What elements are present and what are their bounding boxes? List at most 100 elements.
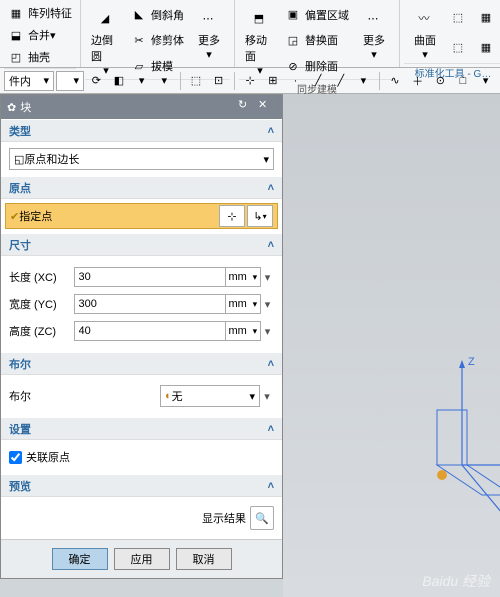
- toolbar: 件内▾ ▾ ⟳ ◧ ▾ ▾ ⬚ ⊡ ⊹ ⊞ · ╱ ╱ ▾ ∿ ＋ ⊙ □ ▾: [0, 68, 500, 94]
- tool-c[interactable]: ▦: [474, 6, 500, 28]
- scope-combo[interactable]: 件内▾: [4, 71, 54, 91]
- dropdown-icon: ▾: [73, 74, 79, 87]
- block-icon: ◱: [14, 153, 24, 166]
- cube-icon: ▦: [476, 7, 496, 27]
- filter-combo[interactable]: ▾: [56, 71, 84, 91]
- tool-icon[interactable]: ⊡: [208, 70, 229, 92]
- dropdown-icon: ▾: [253, 299, 258, 310]
- square-icon[interactable]: □: [453, 70, 474, 92]
- chamfer[interactable]: ◣倒斜角: [127, 4, 186, 26]
- origin-sphere: [437, 470, 447, 480]
- line-icon[interactable]: ╱: [308, 70, 329, 92]
- ribbon-group-surface: 〰曲面▾ ⬚ ⬚ ▦ ▦ 标准化工具 - G…: [400, 0, 500, 67]
- dialog-title: 块: [20, 99, 31, 115]
- gear-icon: ✿: [7, 101, 16, 114]
- point-icon[interactable]: ·: [285, 70, 306, 92]
- dropdown-icon[interactable]: ▾: [475, 70, 496, 92]
- surface-icon: 〰: [410, 4, 438, 32]
- add-icon[interactable]: ＋: [407, 70, 428, 92]
- specify-point-row[interactable]: ✔ 指定点 ⊹ ↳▾: [5, 203, 278, 229]
- circle-icon[interactable]: ⊙: [430, 70, 451, 92]
- bool-dropdown[interactable]: ◐ 无 ▾: [160, 385, 260, 407]
- tool-icon[interactable]: ⟳: [86, 70, 107, 92]
- unit-dropdown[interactable]: mm▾: [226, 294, 262, 314]
- dropdown-icon: ▾: [253, 326, 258, 337]
- ok-button[interactable]: 确定: [52, 548, 108, 570]
- grid-icon: ▦: [6, 3, 26, 23]
- shell-icon: ◰: [6, 47, 26, 67]
- dropdown-icon[interactable]: ▾: [353, 70, 374, 92]
- length-input[interactable]: [74, 267, 226, 287]
- assoc-origin-checkbox[interactable]: [9, 451, 22, 464]
- section-preview[interactable]: 预览˄: [1, 474, 282, 496]
- more-sync[interactable]: ⋯更多▾: [353, 2, 395, 79]
- tool-icon[interactable]: ⊹: [240, 70, 261, 92]
- crosshair-icon: ⊹: [227, 210, 236, 223]
- section-settings[interactable]: 设置˄: [1, 417, 282, 439]
- separator: [379, 72, 380, 90]
- unite-icon: ⬓: [6, 25, 26, 45]
- tool-icon[interactable]: ◧: [109, 70, 130, 92]
- length-label: 长度 (XC): [9, 269, 74, 285]
- none-icon: ◐: [165, 390, 172, 402]
- type-dropdown[interactable]: ◱ 原点和边长 ▾: [9, 148, 274, 170]
- unit-dropdown[interactable]: mm▾: [226, 267, 262, 287]
- edge-blend[interactable]: ◢边倒圆▾: [85, 2, 127, 79]
- apply-button[interactable]: 应用: [114, 548, 170, 570]
- tool-a[interactable]: ⬚: [446, 6, 472, 28]
- point-constructor-button[interactable]: ⊹: [219, 205, 245, 227]
- dialog-titlebar[interactable]: ✿ 块 ↻ ✕: [1, 95, 282, 119]
- watermark: Baidu 经验: [422, 571, 490, 591]
- tool-d[interactable]: ▦: [474, 37, 500, 59]
- close-icon[interactable]: ✕: [258, 98, 276, 116]
- section-size[interactable]: 尺寸˄: [1, 233, 282, 255]
- ribbon: ▦阵列特征 ⬓合并 ▾ ◰抽壳 特征 ◢边倒圆▾ ◣倒斜角 ✂修剪体 ▱拔模 ⋯…: [0, 0, 500, 68]
- curve-icon[interactable]: ∿: [385, 70, 406, 92]
- section-type[interactable]: 类型˄: [1, 119, 282, 141]
- tool-icon[interactable]: ⬚: [186, 70, 207, 92]
- magnifier-icon: 🔍: [255, 512, 269, 525]
- dropdown-icon: ▾: [371, 48, 377, 61]
- trim-body[interactable]: ✂修剪体: [127, 29, 186, 51]
- dropdown-icon: ▾: [263, 212, 267, 221]
- move-icon: ⬒: [245, 4, 273, 32]
- height-input[interactable]: [74, 321, 226, 341]
- cube-icon: ⬚: [448, 38, 468, 58]
- tool-icon[interactable]: ⊞: [262, 70, 283, 92]
- chevron-down-icon[interactable]: ▾: [261, 294, 274, 314]
- more-edge[interactable]: ⋯更多▾: [188, 2, 230, 79]
- chevron-down-icon[interactable]: ▾: [261, 267, 274, 287]
- chevron-down-icon[interactable]: ▾: [260, 386, 274, 406]
- offset-region[interactable]: ▣偏置区域: [281, 4, 351, 26]
- tool-icon[interactable]: ▾: [154, 70, 175, 92]
- chevron-down-icon[interactable]: ▾: [261, 321, 274, 341]
- cancel-button[interactable]: 取消: [176, 548, 232, 570]
- tool-b[interactable]: ⬚: [446, 37, 472, 59]
- viewport-3d[interactable]: Z Y X Baidu 经验: [283, 94, 500, 597]
- surface[interactable]: 〰曲面▾: [404, 2, 446, 63]
- width-input[interactable]: [74, 294, 226, 314]
- line-icon[interactable]: ╱: [330, 70, 351, 92]
- section-bool[interactable]: 布尔˄: [1, 352, 282, 374]
- replace-face[interactable]: ◲替换面: [281, 29, 351, 51]
- assoc-origin-row: 关联原点: [9, 446, 274, 468]
- reset-icon[interactable]: ↻: [238, 98, 256, 116]
- separator: [234, 72, 235, 90]
- shell[interactable]: ◰抽壳: [4, 46, 74, 68]
- ribbon-group-feature: ▦阵列特征 ⬓合并 ▾ ◰抽壳 特征: [0, 0, 81, 67]
- move-face[interactable]: ⬒移动面▾: [239, 2, 281, 79]
- chevron-up-icon: ˄: [268, 125, 274, 137]
- section-origin[interactable]: 原点˄: [1, 176, 282, 198]
- unit-dropdown[interactable]: mm▾: [226, 321, 262, 341]
- pattern-feature[interactable]: ▦阵列特征: [4, 2, 74, 24]
- width-label: 宽度 (YC): [9, 296, 74, 312]
- dropdown-icon: ▾: [50, 29, 56, 42]
- dropdown-icon: ▾: [253, 272, 258, 283]
- unite[interactable]: ⬓合并 ▾: [4, 24, 74, 46]
- bool-row: 布尔 ◐ 无 ▾ ▾: [9, 384, 274, 408]
- chevron-up-icon: ˄: [268, 182, 274, 194]
- tool-icon[interactable]: ▾: [131, 70, 152, 92]
- inferred-point-button[interactable]: ↳▾: [247, 205, 273, 227]
- show-result-button[interactable]: 🔍: [250, 506, 274, 530]
- ribbon-group-sync: ⬒移动面▾ ▣偏置区域 ◲替换面 ⊘删除面 ⋯更多▾ 同步建模: [235, 0, 400, 67]
